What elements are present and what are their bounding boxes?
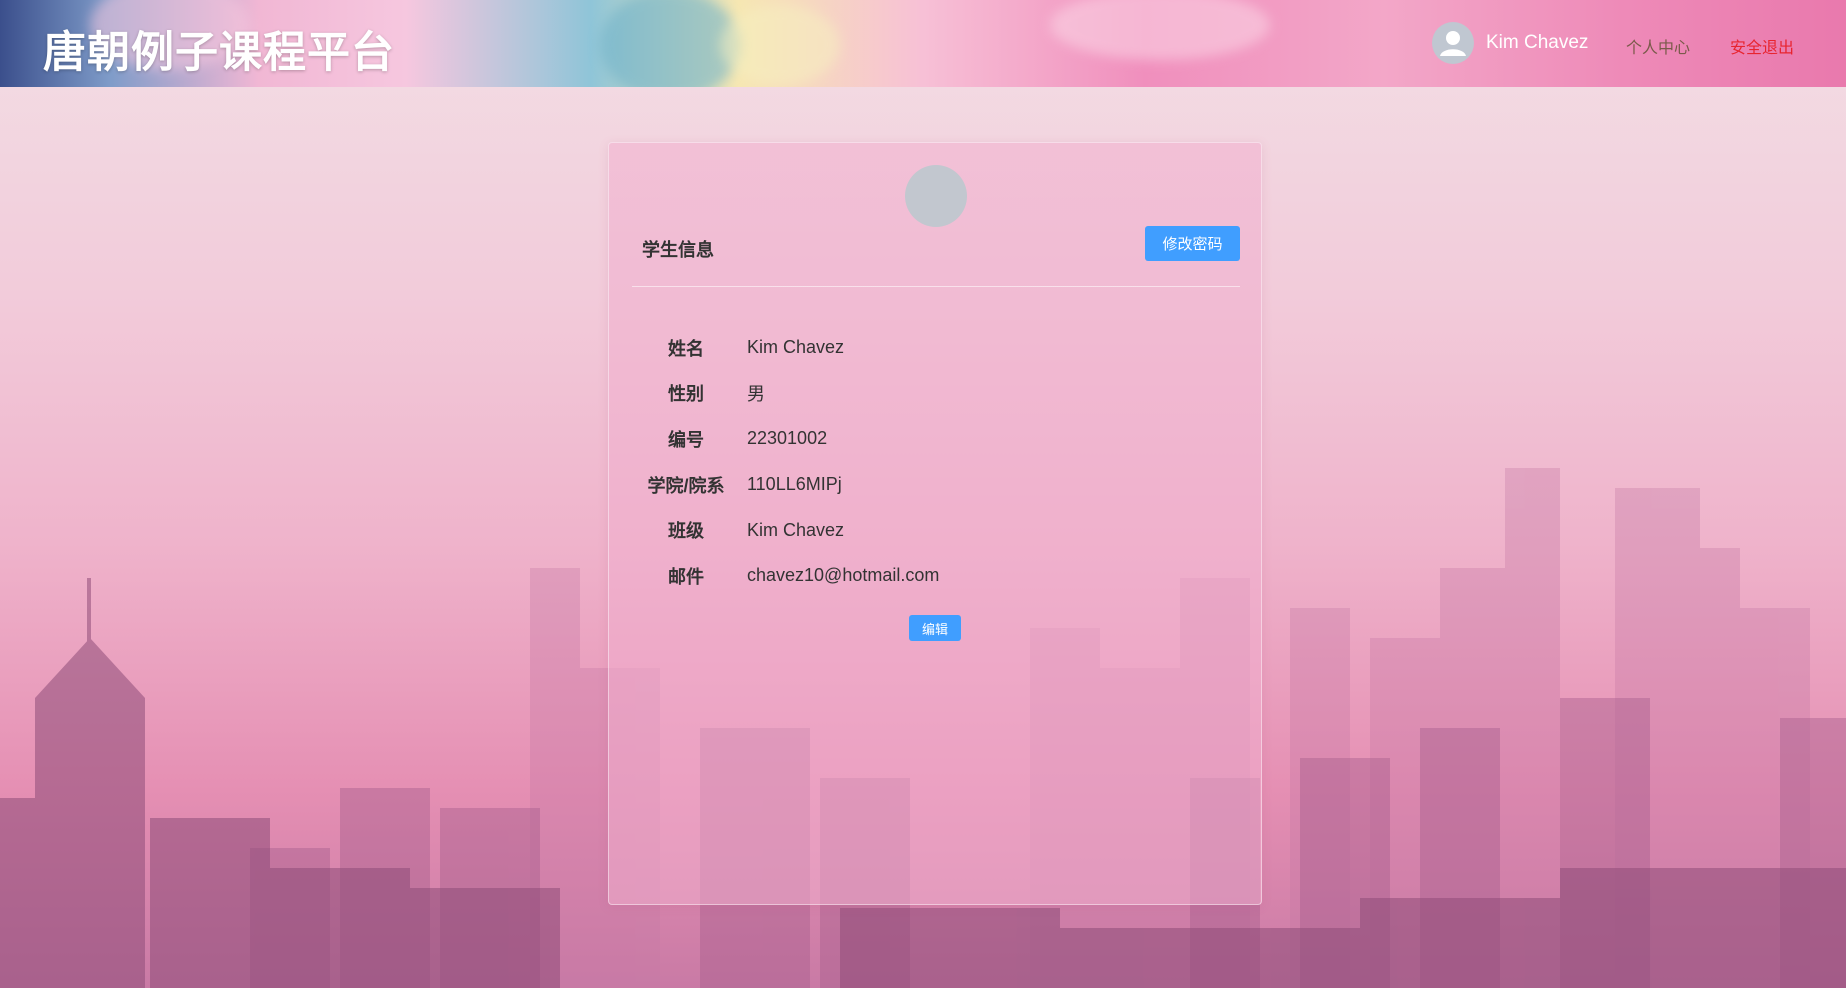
info-label: 学院/院系 [647, 475, 725, 496]
info-row-gender: 性别 男 [642, 371, 1202, 417]
info-label: 邮件 [668, 566, 704, 587]
info-row-number: 编号 22301002 [642, 416, 1202, 462]
student-avatar [905, 165, 967, 227]
header-decoration [600, 0, 740, 87]
change-password-button[interactable]: 修改密码 [1145, 226, 1240, 261]
header-decoration [1050, 0, 1270, 60]
info-value: Kim Chavez [747, 519, 845, 540]
header-decoration [720, 5, 840, 85]
nav-logout-link[interactable]: 安全退出 [1730, 34, 1794, 58]
info-value: 男 [747, 384, 765, 405]
info-row-class: 班级 Kim Chavez [642, 507, 1202, 553]
info-label: 性别 [668, 384, 704, 405]
card-divider [632, 286, 1240, 287]
info-value: chavez10@hotmail.com [747, 565, 940, 586]
card-title: 学生信息 [642, 240, 714, 260]
header-user-name[interactable]: Kim Chavez [1486, 32, 1588, 54]
info-row-name: 姓名 Kim Chavez [642, 325, 1202, 371]
nav-personal-center-link[interactable]: 个人中心 [1626, 34, 1690, 58]
student-info-list: 姓名 Kim Chavez 性别 男 编号 22301002 学院/院系 110… [642, 325, 1202, 599]
info-label: 班级 [668, 521, 704, 542]
info-label: 姓名 [668, 338, 704, 359]
user-avatar-icon[interactable] [1432, 22, 1474, 64]
info-value: Kim Chavez [747, 337, 845, 358]
info-row-department: 学院/院系 110LL6MIPj [642, 462, 1202, 508]
top-header: 唐朝例子课程平台 Kim Chavez 个人中心 安全退出 [0, 0, 1846, 87]
info-value: 22301002 [747, 428, 828, 449]
info-row-email: 邮件 chavez10@hotmail.com [642, 553, 1202, 599]
site-title: 唐朝例子课程平台 [43, 29, 395, 77]
info-label: 编号 [668, 429, 704, 450]
student-info-card: 学生信息 修改密码 姓名 Kim Chavez 性别 男 编号 22301002… [608, 142, 1262, 905]
edit-button[interactable]: 编辑 [909, 615, 961, 641]
info-value: 110LL6MIPj [747, 474, 842, 495]
